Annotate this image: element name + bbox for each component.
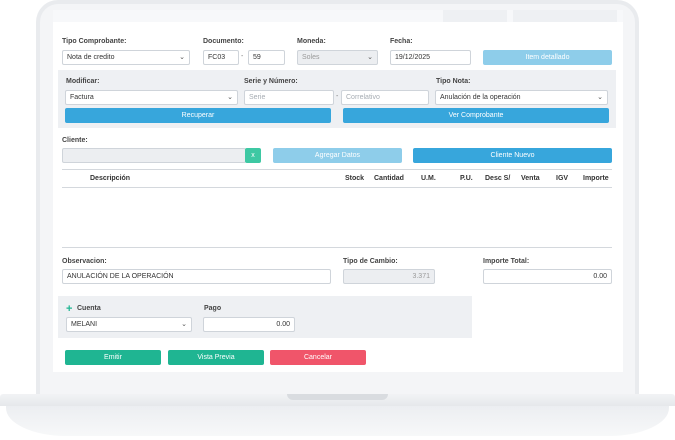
col-um: U.M. [421, 175, 436, 182]
correlativo-input[interactable]: Correlativo [341, 90, 429, 105]
pago-field[interactable]: 0.00 [203, 317, 295, 332]
tipo-nota-value: Anulación de la operación [440, 94, 521, 101]
moneda-select[interactable]: Soles ⌄ [297, 50, 378, 65]
cancelar-button[interactable]: Cancelar [270, 350, 366, 365]
laptop-base-bottom [6, 406, 669, 436]
cuenta-value: MELANI [71, 321, 98, 328]
importe-total-label: Importe Total: [483, 258, 530, 265]
add-icon[interactable]: + [66, 304, 72, 315]
chevron-down-icon: ⌄ [597, 94, 603, 101]
serie-separator: - [336, 93, 339, 100]
emitir-button[interactable]: Emitir [65, 350, 161, 365]
chevron-down-icon: ⌄ [181, 321, 187, 328]
observacion-label: Observacion: [62, 258, 107, 265]
fecha-label: Fecha: [390, 38, 413, 45]
col-igv: IGV [556, 175, 569, 182]
documento-separator: - [241, 53, 244, 60]
tipo-cambio-label: Tipo de Cambio: [343, 258, 398, 265]
moneda-value: Soles [302, 54, 320, 61]
col-pu: P.U. [460, 175, 473, 182]
col-desc: Desc S/ [485, 175, 511, 182]
modificar-select[interactable]: Factura ⌄ [65, 90, 238, 105]
top-tab [513, 10, 617, 22]
laptop-base [0, 394, 675, 440]
chevron-down-icon: ⌄ [367, 54, 373, 61]
tipo-cambio-field[interactable]: 3.371 [343, 269, 435, 284]
documento-label: Documento: [203, 38, 244, 45]
cuenta-select[interactable]: MELANI ⌄ [66, 317, 192, 332]
serie-numero-label: Serie y Número: [244, 78, 298, 85]
top-strip [53, 10, 623, 22]
table-bottom-border [62, 247, 612, 248]
col-importe: Importe [583, 175, 609, 182]
vista-previa-button[interactable]: Vista Previa [168, 350, 264, 365]
col-stock: Stock [345, 175, 365, 182]
cliente-clear-button[interactable]: x [245, 148, 261, 163]
modificar-value: Factura [70, 94, 94, 101]
table-top-border [62, 169, 612, 170]
agregar-datos-button[interactable]: Agregar Datos [273, 148, 402, 163]
tipo-nota-label: Tipo Nota: [436, 78, 471, 85]
ver-comprobante-button[interactable]: Ver Comprobante [343, 108, 609, 123]
top-tab [443, 10, 507, 22]
modificar-label: Modificar: [66, 78, 100, 85]
tipo-nota-select[interactable]: Anulación de la operación ⌄ [435, 90, 608, 105]
cliente-field[interactable] [62, 148, 246, 163]
importe-total-field[interactable]: 0.00 [483, 269, 612, 284]
tipo-comprobante-value: Nota de credito [67, 54, 115, 61]
col-descripcion: Descripción [90, 175, 131, 182]
table-header-border [62, 187, 612, 188]
fecha-field[interactable]: 19/12/2025 [390, 50, 471, 65]
chevron-down-icon: ⌄ [227, 94, 233, 101]
tipo-comprobante-select[interactable]: Nota de credito ⌄ [62, 50, 190, 65]
recuperar-button[interactable]: Recuperar [65, 108, 331, 123]
documento-serie-field[interactable]: FC03 [203, 50, 239, 65]
cliente-label: Cliente: [62, 137, 88, 144]
documento-numero-field[interactable]: 59 [248, 50, 285, 65]
col-venta: Venta [521, 175, 540, 182]
pago-label: Pago [204, 305, 222, 312]
cuenta-label: Cuenta [77, 305, 101, 312]
serie-input[interactable]: Serie [244, 90, 334, 105]
chevron-down-icon: ⌄ [179, 54, 185, 61]
laptop-notch [287, 394, 388, 400]
tipo-comprobante-label: Tipo Comprobante: [62, 38, 127, 45]
moneda-label: Moneda: [297, 38, 326, 45]
col-cantidad: Cantidad [374, 175, 404, 182]
cliente-nuevo-button[interactable]: Cliente Nuevo [413, 148, 612, 163]
item-detallado-button[interactable]: Item detallado [483, 50, 612, 65]
observacion-field[interactable]: ANULACIÓN DE LA OPERACIÓN [62, 269, 331, 284]
